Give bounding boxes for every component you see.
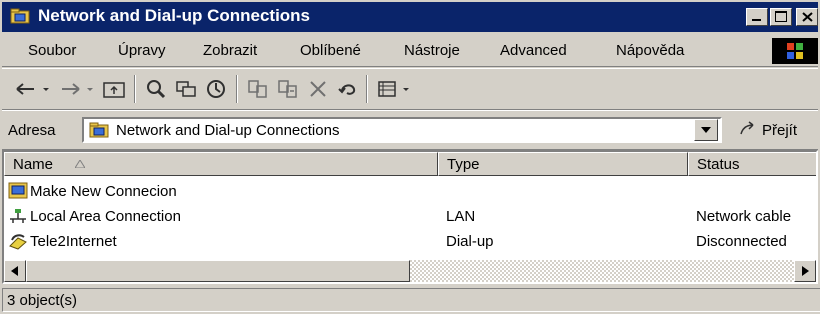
close-button[interactable] bbox=[796, 8, 818, 26]
item-name: Make New Connecion bbox=[30, 183, 177, 200]
menu-zobrazit[interactable]: Zobrazit bbox=[203, 42, 257, 59]
forward-icon[interactable] bbox=[58, 77, 82, 101]
scrollbar-thumb[interactable] bbox=[26, 260, 410, 282]
arrow-left-icon bbox=[11, 266, 18, 276]
close-icon bbox=[802, 12, 813, 22]
network-folder-icon bbox=[10, 8, 30, 24]
column-header-label: Name bbox=[13, 156, 54, 173]
menu-advanced[interactable]: Advanced bbox=[500, 42, 567, 59]
network-folder-icon bbox=[89, 122, 109, 138]
address-bar: Adresa Network and Dial-up Connections P… bbox=[2, 110, 818, 150]
explorer-window: Network and Dial-up Connections Soubor Ú… bbox=[0, 0, 820, 314]
dialup-icon bbox=[9, 234, 27, 250]
column-header-type[interactable]: Type bbox=[438, 152, 688, 176]
go-button[interactable]: Přejít bbox=[762, 122, 797, 139]
menu-oblibene[interactable]: Oblíbené bbox=[300, 42, 361, 59]
toolbar-separator bbox=[366, 75, 368, 103]
up-folder-icon[interactable] bbox=[102, 77, 126, 101]
address-label: Adresa bbox=[8, 122, 56, 139]
scroll-right-button[interactable] bbox=[794, 260, 816, 282]
column-header-label: Type bbox=[447, 156, 480, 173]
views-dropdown-icon[interactable] bbox=[400, 77, 412, 101]
sort-ascending-icon bbox=[75, 160, 85, 168]
search-icon[interactable] bbox=[144, 77, 168, 101]
status-bar: 3 object(s) bbox=[2, 288, 820, 312]
item-name: Local Area Connection bbox=[30, 208, 181, 225]
go-arrow-icon[interactable] bbox=[737, 119, 757, 139]
back-icon[interactable] bbox=[14, 77, 38, 101]
maximize-button[interactable] bbox=[770, 8, 792, 26]
status-pane: 3 object(s) bbox=[2, 288, 820, 312]
column-header-status[interactable]: Status bbox=[688, 152, 816, 176]
address-input[interactable]: Network and Dial-up Connections bbox=[82, 117, 722, 143]
list-item[interactable]: Make New Connecion bbox=[4, 180, 816, 204]
toolbar-separator bbox=[236, 75, 238, 103]
toolbar-separator bbox=[134, 75, 136, 103]
copy-to-icon[interactable] bbox=[276, 77, 300, 101]
forward-dropdown-icon[interactable] bbox=[84, 77, 96, 101]
history-icon[interactable] bbox=[204, 77, 228, 101]
chevron-down-icon bbox=[701, 127, 711, 133]
status-text: 3 object(s) bbox=[7, 292, 78, 309]
new-connection-icon bbox=[8, 182, 28, 199]
arrow-right-icon bbox=[802, 266, 809, 276]
column-header-name[interactable]: Name bbox=[4, 152, 438, 176]
item-type: Dial-up bbox=[446, 233, 494, 250]
file-list: Name Type Status Make New Connecion Loca… bbox=[2, 150, 818, 284]
back-dropdown-icon[interactable] bbox=[40, 77, 52, 101]
item-status: Disconnected bbox=[696, 233, 787, 250]
item-type: LAN bbox=[446, 208, 476, 225]
title-bar[interactable]: Network and Dial-up Connections bbox=[2, 2, 818, 32]
scroll-left-button[interactable] bbox=[4, 260, 26, 282]
folders-icon[interactable] bbox=[174, 77, 198, 101]
menu-soubor[interactable]: Soubor bbox=[28, 42, 76, 59]
menu-upravy[interactable]: Úpravy bbox=[118, 42, 166, 59]
address-dropdown-button[interactable] bbox=[694, 119, 718, 141]
standard-toolbar bbox=[2, 68, 818, 110]
move-to-icon[interactable] bbox=[246, 77, 270, 101]
horizontal-scrollbar[interactable] bbox=[4, 260, 816, 282]
undo-icon[interactable] bbox=[336, 77, 360, 101]
windows-logo-icon bbox=[772, 38, 818, 64]
list-item[interactable]: Local Area Connection LAN Network cable bbox=[4, 205, 816, 229]
delete-icon[interactable] bbox=[306, 77, 330, 101]
list-item[interactable]: Tele2Internet Dial-up Disconnected bbox=[4, 230, 816, 254]
menu-bar: Soubor Úpravy Zobrazit Oblíbené Nástroje… bbox=[2, 34, 818, 67]
minimize-button[interactable] bbox=[746, 8, 768, 26]
column-header-label: Status bbox=[697, 156, 740, 173]
window-title: Network and Dial-up Connections bbox=[38, 6, 311, 25]
address-value: Network and Dial-up Connections bbox=[116, 122, 340, 139]
menu-napoveda[interactable]: Nápověda bbox=[616, 42, 684, 59]
menu-nastroje[interactable]: Nástroje bbox=[404, 42, 460, 59]
views-icon[interactable] bbox=[376, 77, 400, 101]
lan-icon bbox=[10, 209, 26, 223]
item-name: Tele2Internet bbox=[30, 233, 117, 250]
item-status: Network cable bbox=[696, 208, 792, 225]
